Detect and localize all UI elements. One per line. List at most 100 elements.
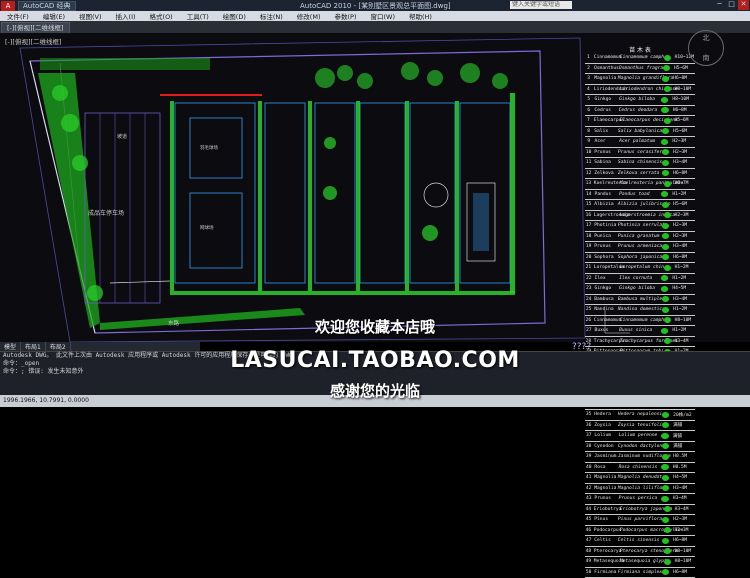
legend-row: 40RosaRosa chinensisH0.5M <box>585 463 695 474</box>
legend-row-spec: H6~8M <box>673 538 695 543</box>
legend-row-spec: H5~6M <box>673 202 695 207</box>
legend-row-code: Sabina <box>592 160 618 165</box>
pool-water <box>473 193 489 251</box>
autocad-logo-icon[interactable]: A <box>1 1 15 11</box>
tree-symbol-icon <box>662 76 669 82</box>
legend-row-name: Loropetalum chin. <box>620 265 660 270</box>
legend-title: 苗 木 表 <box>585 45 695 53</box>
legend-row-name: Cynodon dactylon <box>618 444 658 449</box>
legend-row-name: Cinnamomum camph. <box>620 55 660 60</box>
tree-rows <box>52 62 515 301</box>
tree-symbol-icon <box>662 475 669 481</box>
tree-symbol-icon <box>662 128 669 134</box>
viewport-label[interactable]: [-][俯视][二维线框] <box>5 36 62 46</box>
legend-row: 17PhotiniaPhotinia serrulataH2~3M <box>585 221 695 232</box>
legend-row: 44EriobotryaEriobotrya japonicaH3~4M <box>585 505 695 516</box>
plan-label-ramp: 坡道 <box>117 133 127 140</box>
tree-symbol-icon <box>664 559 671 565</box>
menu-item[interactable]: 参数(P) <box>327 11 363 21</box>
legend-row-name: Zelkova serrata <box>618 171 658 176</box>
search-input[interactable]: 键入关键字或短语 <box>510 1 572 9</box>
tree-symbol-icon <box>664 265 671 271</box>
legend-row: 10PrunusPrunus cerasiferaH2~3M <box>585 148 695 159</box>
tree-symbol-icon <box>664 86 671 92</box>
legend-row-spec: H4~5M <box>673 475 695 480</box>
legend-row: 21LoropetalumLoropetalum chin.H1~2M <box>585 263 695 274</box>
legend-row: 23GinkgoGinkgo bilobaH4~5M <box>585 284 695 295</box>
tree-symbol-icon <box>662 149 669 155</box>
legend-row: 6CedrusCedrus deodaraH6~8M <box>585 106 695 117</box>
legend-row-code: Cedrus <box>592 108 618 113</box>
legend-row-code: Magnolia <box>592 475 618 480</box>
menu-item[interactable]: 窗口(W) <box>363 11 402 21</box>
legend-row-spec: H0.5M <box>673 465 695 470</box>
workspace-selector[interactable]: AutoCAD 经典 <box>18 1 76 11</box>
legend-row-name: Acer palmatum <box>619 139 657 144</box>
legend-row-spec: H2~3M <box>673 223 695 228</box>
legend-row-spec: H5~6M <box>673 129 695 134</box>
viewcube[interactable]: 北 南 <box>688 30 724 66</box>
legend-row-spec: H3~4M <box>673 244 695 249</box>
menu-item[interactable]: 插入(I) <box>109 11 143 21</box>
close-button[interactable]: ✕ <box>738 0 749 10</box>
menu-item[interactable]: 修改(M) <box>290 11 328 21</box>
legend-row-number: 24 <box>585 297 592 302</box>
compass-south-label: 南 <box>689 53 723 63</box>
plan-label-court: 网球场 <box>200 224 214 231</box>
legend-row-name: Punica granatum <box>618 234 658 239</box>
legend-row-spec: H1~2M <box>675 265 695 270</box>
menu-item[interactable]: 工具(T) <box>180 11 216 21</box>
legend-row-name: Magnolia liliflora <box>618 486 658 491</box>
legend-row-number: 46 <box>585 528 592 533</box>
legend-row-code: Metasequoia <box>592 559 620 564</box>
legend-row-spec: H1~2M <box>672 276 695 281</box>
legend-row-name: Ilex cornuta <box>619 276 657 281</box>
menu-item[interactable]: 格式(O) <box>143 11 180 21</box>
legend-row: 50FirmianaFirmiana simplexH6~8M <box>585 568 695 578</box>
watermark-line1: 欢迎您收藏本店哦 <box>0 316 750 337</box>
maximize-button[interactable]: □ <box>726 0 737 10</box>
legend-row: 11SabinaSabina chinensisH3~4M <box>585 158 695 169</box>
legend-row-spec: H2~3M <box>673 234 695 239</box>
boundary-line <box>110 281 170 283</box>
legend-row-number: 3 <box>585 76 592 81</box>
legend-row-spec: H3~4M <box>673 486 695 491</box>
legend-row-spec: 满铺 <box>673 422 695 428</box>
legend-row-name: Lagerstroemia indica <box>620 213 660 218</box>
legend-row-spec: 满铺 <box>673 443 695 449</box>
tree-symbol-icon <box>661 275 669 281</box>
legend-row-spec: H8~10M <box>675 549 695 554</box>
legend-row-number: 13 <box>585 181 592 186</box>
legend-row-number: 17 <box>585 223 592 228</box>
menu-item[interactable]: 文件(F) <box>0 11 36 21</box>
tree-symbol-icon <box>662 296 669 302</box>
menu-item[interactable]: 标注(N) <box>253 11 290 21</box>
tree-symbol-icon <box>662 538 669 544</box>
menu-item[interactable]: 编辑(E) <box>36 11 72 21</box>
tree-symbol-icon <box>662 233 669 239</box>
parking-lot <box>85 113 160 303</box>
tree-symbol-icon <box>662 160 669 166</box>
menu-item[interactable]: 绘图(D) <box>216 11 253 21</box>
minimize-button[interactable]: ─ <box>714 0 725 10</box>
plan-label-parking: 成品车停车场 <box>88 209 124 217</box>
legend-row-number: 45 <box>585 517 592 522</box>
legend-row: 14PandusPandus toadH1~2M <box>585 190 695 201</box>
tree-symbol-icon <box>664 212 671 218</box>
legend-row-spec: H2~3M <box>675 213 695 218</box>
legend-row: 41MagnoliaMagnolia denudataH4~5M <box>585 473 695 484</box>
menu-item[interactable]: 视图(V) <box>72 11 109 21</box>
tree-symbol-icon <box>662 517 669 523</box>
tree-symbol-icon <box>661 464 668 470</box>
legend-row-spec: H2~3M <box>672 139 695 144</box>
legend-row-name: Magnolia denudata <box>618 475 658 480</box>
legend-row: 43PrunusPrunus persicaH3~4M <box>585 494 695 505</box>
legend-row-code: Prunus <box>592 244 618 249</box>
legend-row-code: Osmanthus <box>592 66 619 71</box>
legend-row-number: 2 <box>585 66 592 71</box>
legend-row-code: Prunus <box>592 150 618 155</box>
document-tab-bar: [-][俯视][二维线框] <box>0 21 750 33</box>
legend-row-number: 25 <box>585 307 592 312</box>
menu-item[interactable]: 帮助(H) <box>402 11 439 21</box>
legend-row-name: Trachycarpus fortunei <box>620 339 660 344</box>
